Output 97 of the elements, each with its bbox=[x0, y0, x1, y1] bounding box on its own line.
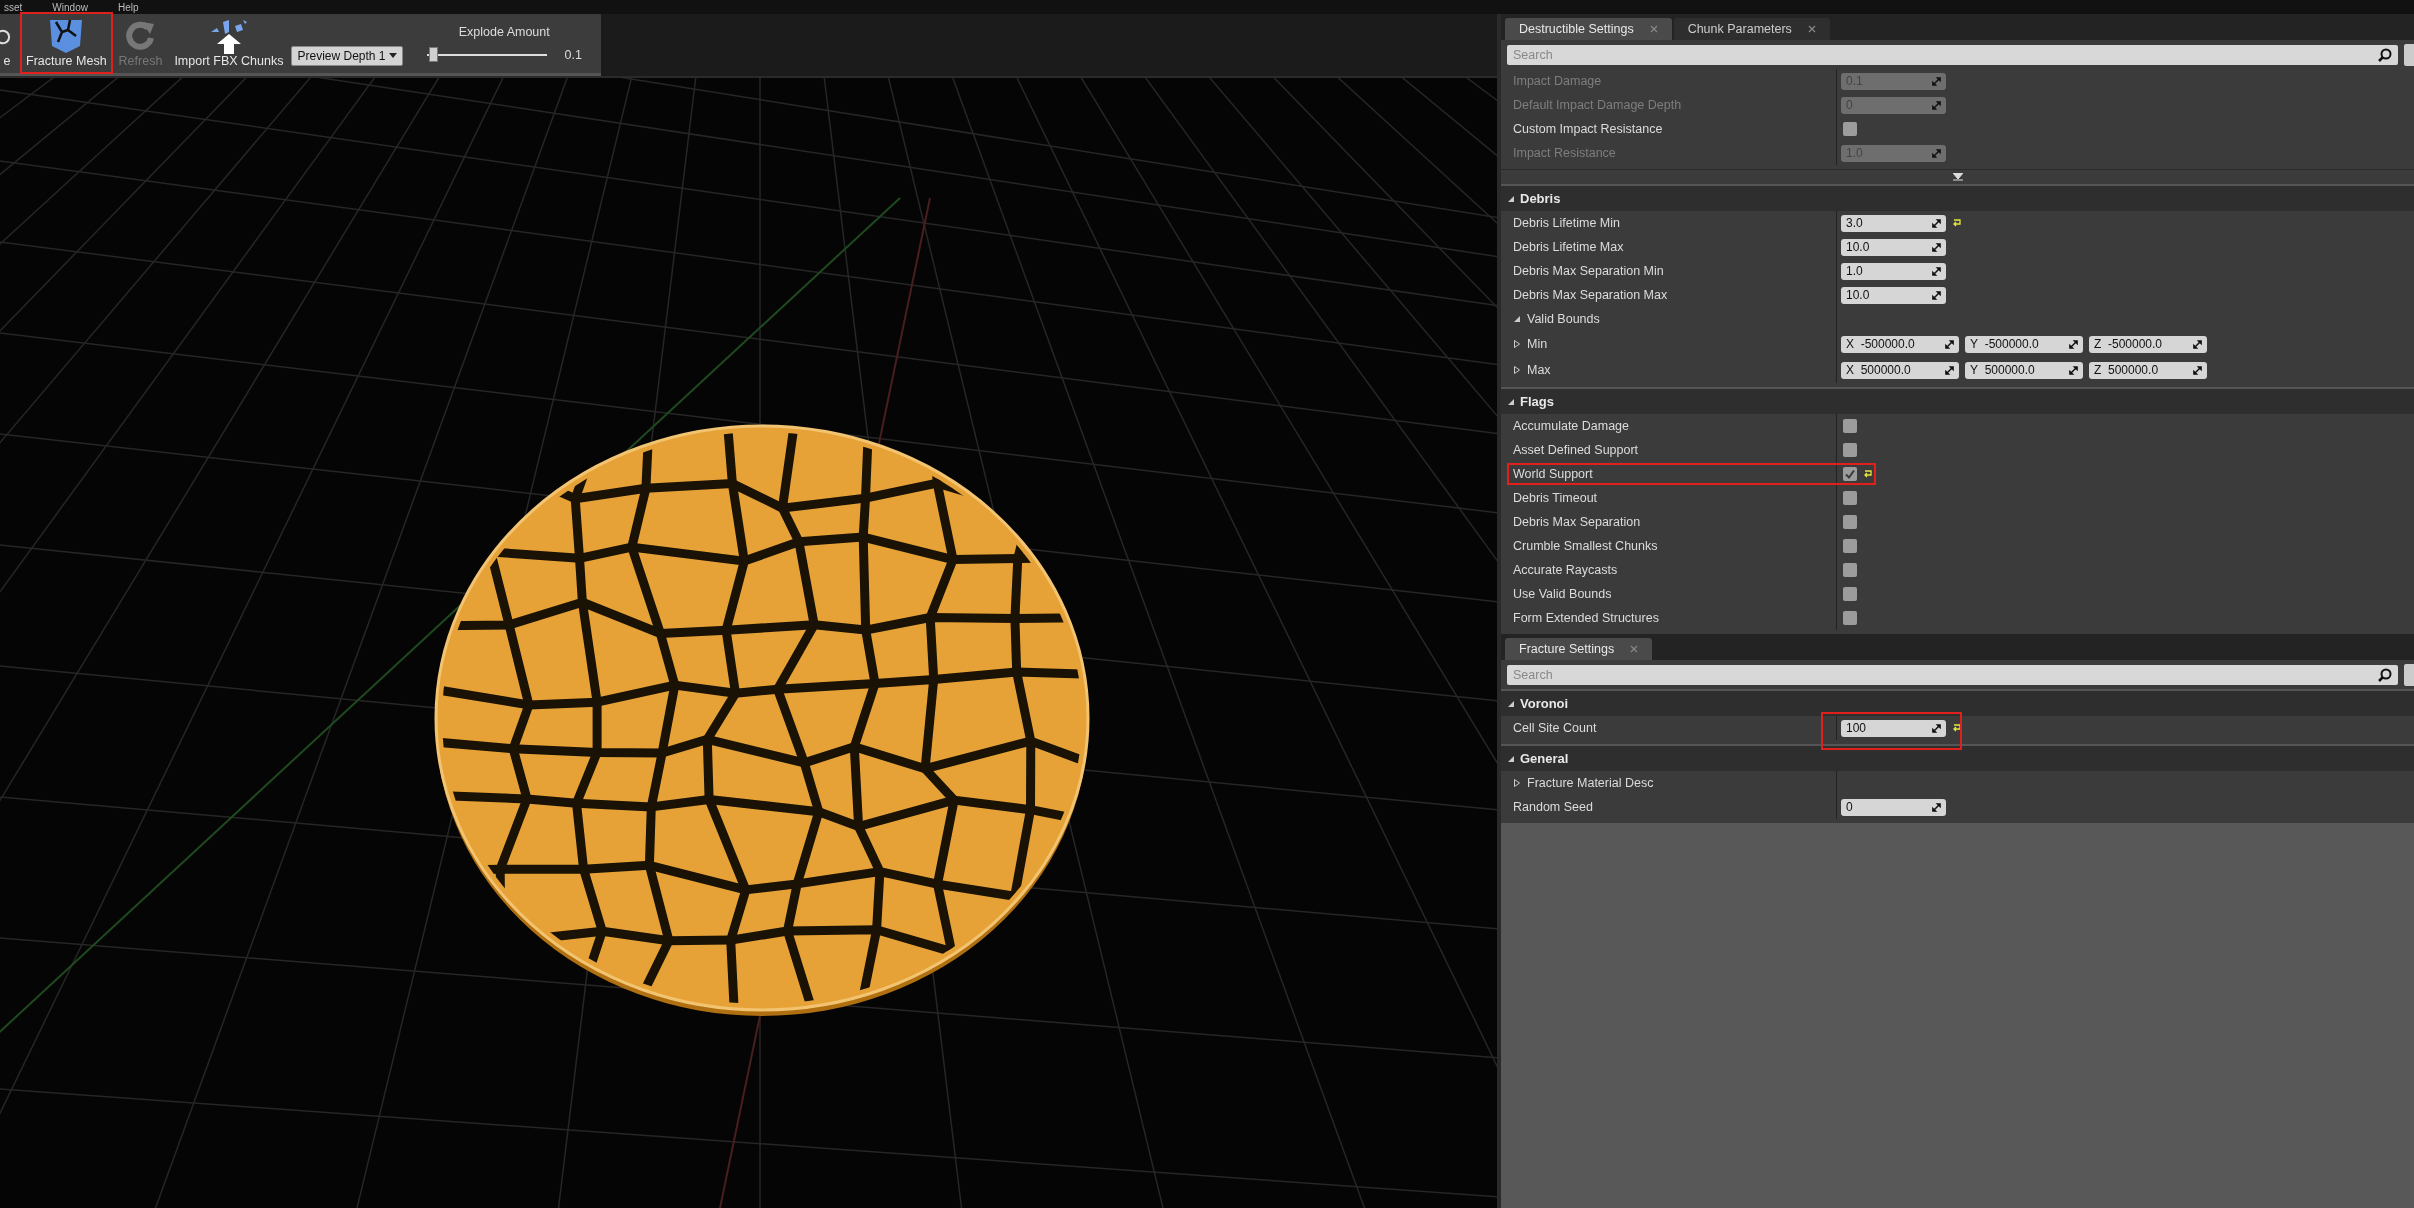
close-icon[interactable] bbox=[1807, 25, 1816, 33]
panel-tab[interactable]: Destructible Settings bbox=[1505, 18, 1672, 40]
search-field[interactable]: Search bbox=[1507, 45, 2398, 65]
property-label: Use Valid Bounds bbox=[1513, 587, 1612, 601]
property-label: Max bbox=[1527, 363, 1551, 377]
property-label: Valid Bounds bbox=[1527, 312, 1600, 326]
caret-icon bbox=[388, 53, 397, 58]
checkbox[interactable] bbox=[1843, 122, 1857, 136]
drag-handle-icon bbox=[1945, 365, 1954, 375]
property-label: Accurate Raycasts bbox=[1513, 563, 1618, 577]
menu-item[interactable]: Window bbox=[52, 1, 88, 13]
search-field[interactable]: Search bbox=[1507, 665, 2398, 685]
slider-label: Explode Amount bbox=[458, 25, 550, 39]
panel-tab[interactable]: Chunk Parameters bbox=[1673, 18, 1830, 40]
reset-arrow-icon[interactable] bbox=[1952, 219, 1962, 227]
section-header[interactable]: Debris bbox=[1501, 184, 2414, 211]
property-label: Fracture Material Desc bbox=[1527, 776, 1654, 790]
property-label: Debris Max Separation Min bbox=[1513, 264, 1664, 278]
collapse-arrow-icon[interactable] bbox=[1507, 194, 1515, 203]
property-label: Asset Defined Support bbox=[1513, 443, 1639, 457]
drag-handle-icon bbox=[1932, 242, 1941, 252]
drag-handle-icon bbox=[2069, 365, 2078, 375]
property-label: Impact Damage bbox=[1513, 74, 1602, 88]
drag-handle-icon bbox=[2193, 339, 2202, 349]
collapse-arrow-icon[interactable] bbox=[1507, 699, 1515, 708]
checkbox[interactable] bbox=[1843, 563, 1857, 577]
checkbox[interactable] bbox=[1843, 539, 1857, 553]
slider-value: 0.1 bbox=[564, 47, 582, 62]
property-label: Random Seed bbox=[1513, 800, 1593, 814]
expand-arrow-icon[interactable] bbox=[1513, 366, 1521, 374]
drag-handle-icon bbox=[1932, 148, 1941, 158]
drag-handle-icon bbox=[1932, 266, 1941, 276]
checkbox[interactable] bbox=[1843, 587, 1857, 601]
drag-handle-icon bbox=[1932, 802, 1941, 812]
preview-depth-dropdown[interactable]: Preview Depth 1 bbox=[291, 45, 403, 66]
reset-arrow-icon[interactable] bbox=[1863, 470, 1873, 478]
drag-handle-icon bbox=[1945, 339, 1954, 349]
number-field[interactable]: 0 bbox=[1841, 798, 1946, 816]
drag-handle-icon bbox=[1932, 723, 1941, 733]
property-label: Custom Impact Resistance bbox=[1513, 122, 1663, 136]
close-icon[interactable] bbox=[1630, 645, 1639, 653]
slider-thumb[interactable] bbox=[428, 47, 438, 62]
close-icon[interactable] bbox=[1649, 25, 1658, 33]
checkbox[interactable] bbox=[1843, 491, 1857, 505]
property-label: Accumulate Damage bbox=[1513, 419, 1630, 433]
reset-arrow-icon[interactable] bbox=[1952, 724, 1962, 732]
property-label: Form Extended Structures bbox=[1513, 611, 1659, 625]
section-header[interactable]: Voronoi bbox=[1501, 689, 2414, 716]
vector-component-field[interactable]: X -500000.0 bbox=[1841, 335, 1959, 353]
drag-handle-icon bbox=[1932, 100, 1941, 110]
vector-component-field[interactable]: Y -500000.0 bbox=[1965, 335, 2083, 353]
property-label: Debris Timeout bbox=[1513, 491, 1598, 505]
number-field[interactable]: 1.0 bbox=[1841, 262, 1946, 280]
property-label: Debris Lifetime Max bbox=[1513, 240, 1624, 254]
panel-tab[interactable]: Fracture Settings bbox=[1505, 638, 1653, 660]
expand-arrow-icon[interactable] bbox=[1513, 779, 1521, 787]
expand-arrow-icon[interactable] bbox=[1513, 340, 1521, 348]
checkbox[interactable] bbox=[1843, 419, 1857, 433]
checkbox[interactable] bbox=[1843, 467, 1857, 481]
toolbar-button[interactable]: e bbox=[0, 13, 18, 74]
property-label: World Support bbox=[1513, 467, 1593, 481]
number-field[interactable]: 10.0 bbox=[1841, 286, 1946, 304]
drag-handle-icon bbox=[1932, 76, 1941, 86]
property-label: Debris Lifetime Min bbox=[1513, 216, 1620, 230]
section-header[interactable]: General bbox=[1501, 744, 2414, 771]
property-label: Default Impact Damage Depth bbox=[1513, 98, 1682, 112]
drag-handle-icon bbox=[1932, 290, 1941, 300]
property-label: Debris Max Separation bbox=[1513, 515, 1641, 529]
menu-item[interactable]: Help bbox=[117, 1, 139, 13]
vector-component-field[interactable]: Z 500000.0 bbox=[2089, 361, 2207, 379]
checkbox[interactable] bbox=[1843, 515, 1857, 529]
number-field[interactable]: 100 bbox=[1841, 719, 1946, 737]
vector-component-field[interactable]: Z -500000.0 bbox=[2089, 335, 2207, 353]
menu-item[interactable]: sset bbox=[4, 1, 23, 13]
number-field[interactable]: 3.0 bbox=[1841, 214, 1946, 232]
property-label: Crumble Smallest Chunks bbox=[1513, 539, 1658, 553]
collapse-arrow-icon[interactable] bbox=[1513, 315, 1521, 323]
drag-handle-icon bbox=[1932, 218, 1941, 228]
vector-component-field[interactable]: Y 500000.0 bbox=[1965, 361, 2083, 379]
toolbar-button[interactable]: Import FBX Chunks bbox=[170, 13, 288, 74]
checkbox[interactable] bbox=[1843, 443, 1857, 457]
number-field[interactable]: 10.0 bbox=[1841, 238, 1946, 256]
property-label: Cell Site Count bbox=[1513, 721, 1597, 735]
search-icon bbox=[2378, 668, 2392, 682]
search-icon bbox=[2378, 48, 2392, 62]
vector-component-field[interactable]: X 500000.0 bbox=[1841, 361, 1959, 379]
property-label: Debris Max Separation Max bbox=[1513, 288, 1668, 302]
drag-handle-icon bbox=[2069, 339, 2078, 349]
property-label: Min bbox=[1527, 337, 1548, 351]
collapse-arrow-icon[interactable] bbox=[1507, 397, 1515, 406]
toolbar-button[interactable]: Fracture Mesh bbox=[22, 13, 111, 74]
drag-handle-icon bbox=[2193, 365, 2202, 375]
section-header[interactable]: Flags bbox=[1501, 387, 2414, 414]
more-arrow-icon[interactable] bbox=[1952, 173, 1963, 181]
property-label: Impact Resistance bbox=[1513, 146, 1616, 160]
checkbox[interactable] bbox=[1843, 611, 1857, 625]
collapse-arrow-icon[interactable] bbox=[1507, 754, 1515, 763]
